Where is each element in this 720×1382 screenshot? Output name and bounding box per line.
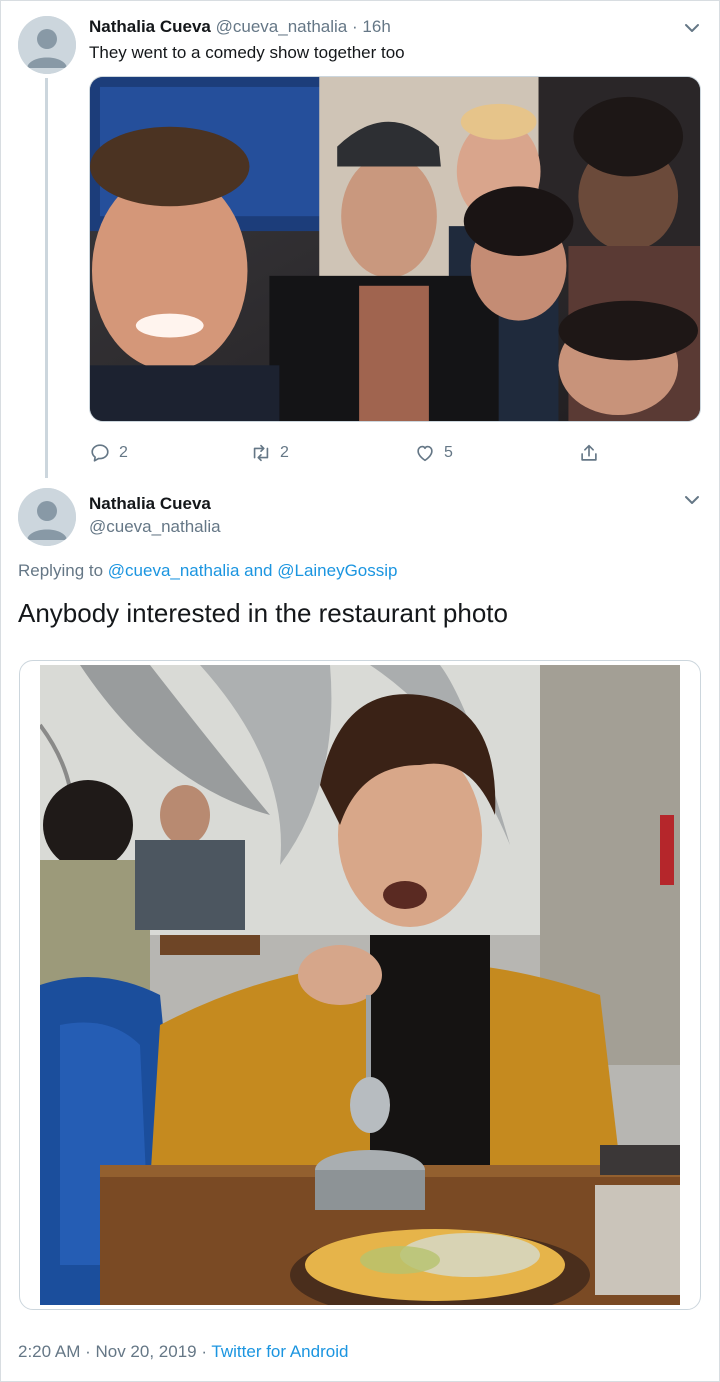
tweet-meta: 2:20 AM · Nov 20, 2019 · Twitter for And… (18, 1342, 348, 1362)
main-author-name[interactable]: Nathalia Cueva (89, 494, 211, 514)
chevron-down-icon[interactable] (683, 22, 701, 34)
reply-to-link-2[interactable]: @LaineyGossip (277, 561, 397, 580)
tweet-source[interactable]: Twitter for Android (211, 1342, 348, 1361)
reply-to-link-1[interactable]: @cueva_nathalia (108, 561, 240, 580)
author-name[interactable]: Nathalia Cueva (89, 17, 211, 36)
tweet-photo-restaurant[interactable] (19, 660, 701, 1310)
share-icon (581, 444, 597, 461)
like-icon (417, 445, 433, 462)
reply-button[interactable]: 2 (89, 440, 128, 466)
reply-and[interactable]: and (239, 561, 277, 580)
author-handle[interactable]: @cueva_nathalia (216, 17, 348, 36)
like-count: 5 (444, 444, 453, 461)
default-avatar-icon (18, 16, 76, 74)
reply-count: 2 (119, 444, 128, 461)
tweet-timestamp[interactable]: 2:20 AM · Nov 20, 2019 (18, 1342, 197, 1361)
time-separator: · (352, 17, 358, 36)
retweet-icon (253, 444, 269, 462)
reply-icon (91, 444, 109, 462)
main-author-handle[interactable]: @cueva_nathalia (89, 517, 221, 537)
tweet-photo-group-selfie[interactable] (89, 76, 701, 422)
like-button[interactable]: 5 (414, 440, 453, 466)
meta-separator: · (196, 1342, 212, 1361)
retweet-count: 2 (280, 444, 289, 461)
retweet-button[interactable]: 2 (250, 440, 289, 466)
tweet-header: Nathalia Cueva @cueva_nathalia · 16h (89, 17, 391, 37)
chevron-down-icon[interactable] (683, 494, 701, 506)
author-avatar[interactable] (18, 16, 76, 74)
share-button[interactable] (578, 440, 600, 466)
tweet-actions-bar: 2 2 5 (0, 440, 720, 466)
tweet-time[interactable]: 16h (362, 17, 390, 36)
tweet-text: They went to a comedy show together too (89, 43, 405, 62)
default-avatar-icon (18, 488, 76, 546)
main-author-avatar[interactable] (18, 488, 76, 546)
replying-prefix: Replying to (18, 561, 108, 580)
thread-connector-line (45, 78, 48, 478)
replying-to: Replying to @cueva_nathalia and @LaineyG… (18, 561, 398, 581)
main-tweet-text: Anybody interested in the restaurant pho… (18, 598, 508, 628)
